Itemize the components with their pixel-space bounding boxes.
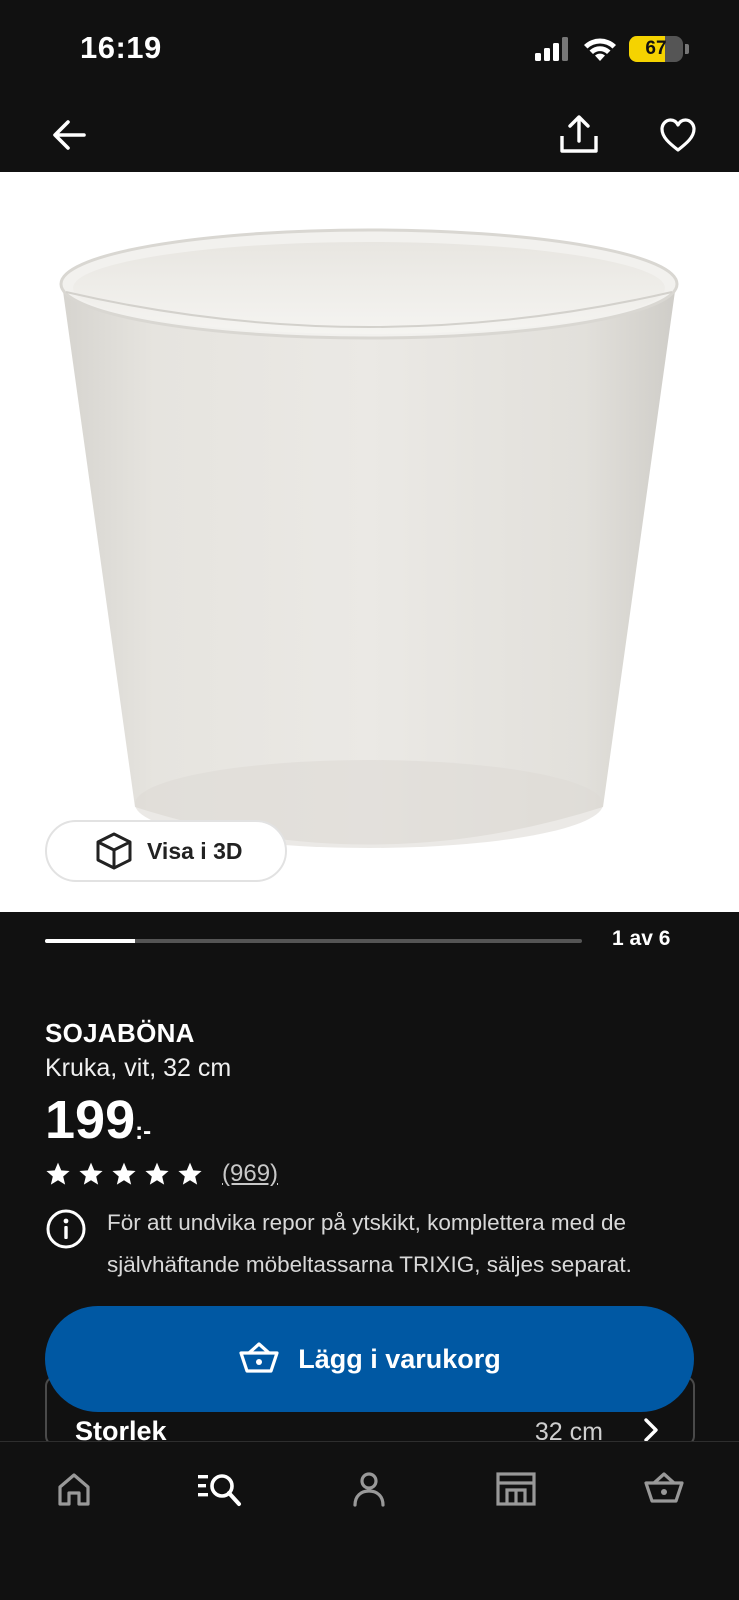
view-3d-button[interactable]: Visa i 3D — [45, 820, 287, 882]
info-note: För att undvika repor på ytskikt, komple… — [45, 1208, 705, 1286]
basket-icon — [239, 1342, 279, 1373]
share-button[interactable] — [554, 110, 604, 160]
price-value: 199 — [45, 1090, 136, 1150]
review-count-link[interactable]: (969) — [222, 1160, 278, 1188]
price-suffix: :- — [135, 1118, 152, 1145]
heart-icon — [660, 118, 696, 152]
status-time: 16:19 — [80, 30, 162, 65]
carousel-progress — [45, 939, 582, 943]
home-icon — [58, 1473, 90, 1506]
store-icon — [496, 1472, 536, 1506]
battery-nub — [685, 44, 689, 54]
tab-search[interactable] — [191, 1464, 251, 1514]
favorite-button[interactable] — [653, 110, 703, 160]
carousel-progress-fill — [45, 939, 135, 943]
basket-icon — [644, 1472, 684, 1503]
star-icon — [79, 1162, 103, 1185]
signal-icon — [535, 37, 568, 61]
star-icon — [112, 1162, 136, 1185]
status-icons: 67 — [535, 34, 689, 64]
arrow-left-icon — [53, 120, 86, 150]
profile-icon — [353, 1472, 385, 1507]
back-button[interactable] — [44, 110, 94, 160]
tab-stores[interactable] — [486, 1464, 546, 1514]
cube-icon — [96, 832, 132, 870]
tab-home[interactable] — [44, 1464, 104, 1514]
star-icon — [178, 1162, 202, 1185]
add-to-cart-button[interactable]: Lägg i varukorg — [45, 1306, 694, 1412]
info-icon — [46, 1209, 86, 1249]
tab-profile[interactable] — [339, 1464, 399, 1514]
product-price: 199 :- — [45, 1090, 151, 1150]
bottom-tab-bar — [0, 1441, 739, 1600]
view-3d-label: Visa i 3D — [147, 837, 243, 864]
product-image-carousel[interactable]: Visa i 3D — [0, 172, 739, 912]
wifi-icon — [584, 38, 616, 61]
search-icon — [198, 1474, 241, 1506]
product-rating[interactable]: (969) — [45, 1160, 278, 1188]
carousel-counter: 1 av 6 — [612, 927, 671, 950]
battery-level: 67 — [645, 38, 667, 59]
product-description: Kruka, vit, 32 cm — [45, 1054, 232, 1082]
top-nav — [0, 100, 739, 172]
share-icon — [560, 115, 598, 153]
product-name: SOJABÖNA — [45, 1018, 195, 1048]
battery-indicator: 67 — [629, 36, 683, 62]
star-icon — [145, 1162, 169, 1185]
info-note-text: För att undvika repor på ytskikt, komple… — [107, 1210, 632, 1277]
status-bar: 16:19 67 — [0, 0, 739, 100]
tab-basket[interactable] — [634, 1464, 694, 1514]
star-icon — [46, 1162, 70, 1185]
chevron-right-icon — [644, 1418, 658, 1442]
product-photo — [59, 228, 679, 848]
add-to-cart-label: Lägg i varukorg — [298, 1343, 501, 1374]
